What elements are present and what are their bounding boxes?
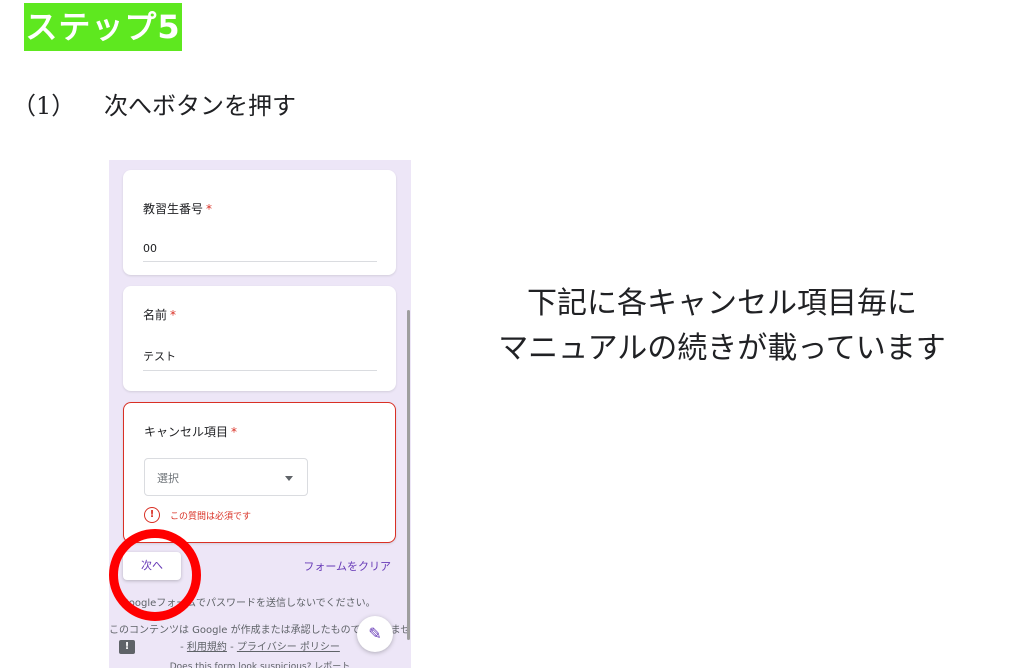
clear-form-link[interactable]: フォームをクリア (303, 558, 391, 574)
note-line-2: マニュアルの続きが載っています (498, 331, 946, 366)
question-title: キャンセル項目 * (144, 425, 238, 439)
scrollbar[interactable] (407, 310, 410, 640)
error-icon: ! (144, 507, 160, 523)
instruction-number: （1） (12, 92, 76, 120)
name-input[interactable]: テスト (143, 348, 377, 371)
note-text: 下記に各キャンセル項目毎に マニュアルの続きが載っています (452, 281, 992, 371)
question-card-name: 名前 * テスト (123, 286, 396, 391)
caret-down-icon (285, 476, 293, 481)
student-number-input[interactable]: 00 (143, 242, 377, 262)
error-message: ! この質問は必須です (144, 507, 251, 523)
terms-link[interactable]: 利用規約 (187, 642, 227, 653)
note-line-1: 下記に各キャンセル項目毎に (527, 286, 917, 321)
question-title: 教習生番号 * (143, 202, 213, 216)
step-badge: ステップ5 (24, 3, 182, 51)
question-title: 名前 * (143, 308, 177, 322)
required-mark: * (170, 308, 177, 322)
report-icon[interactable]: ! (119, 640, 135, 654)
error-text: この質問は必須です (170, 511, 252, 522)
required-mark: * (231, 425, 238, 439)
question-card-cancel-item: キャンセル項目 * 選択 ! この質問は必須です (123, 402, 396, 543)
question-card-student-number: 教習生番号 * 00 (123, 170, 396, 275)
highlight-circle (109, 529, 201, 621)
privacy-link[interactable]: プライバシー ポリシー (237, 642, 340, 653)
pencil-icon[interactable]: ✎ (357, 616, 393, 652)
required-mark: * (206, 202, 213, 216)
suspicious-report[interactable]: Does this form look suspicious? レポート (109, 659, 411, 668)
instruction-text: 次へボタンを押す (104, 92, 296, 120)
cancel-item-select[interactable]: 選択 (144, 458, 308, 496)
instruction: （1） 次へボタンを押す (12, 86, 296, 121)
select-placeholder: 選択 (157, 472, 179, 485)
